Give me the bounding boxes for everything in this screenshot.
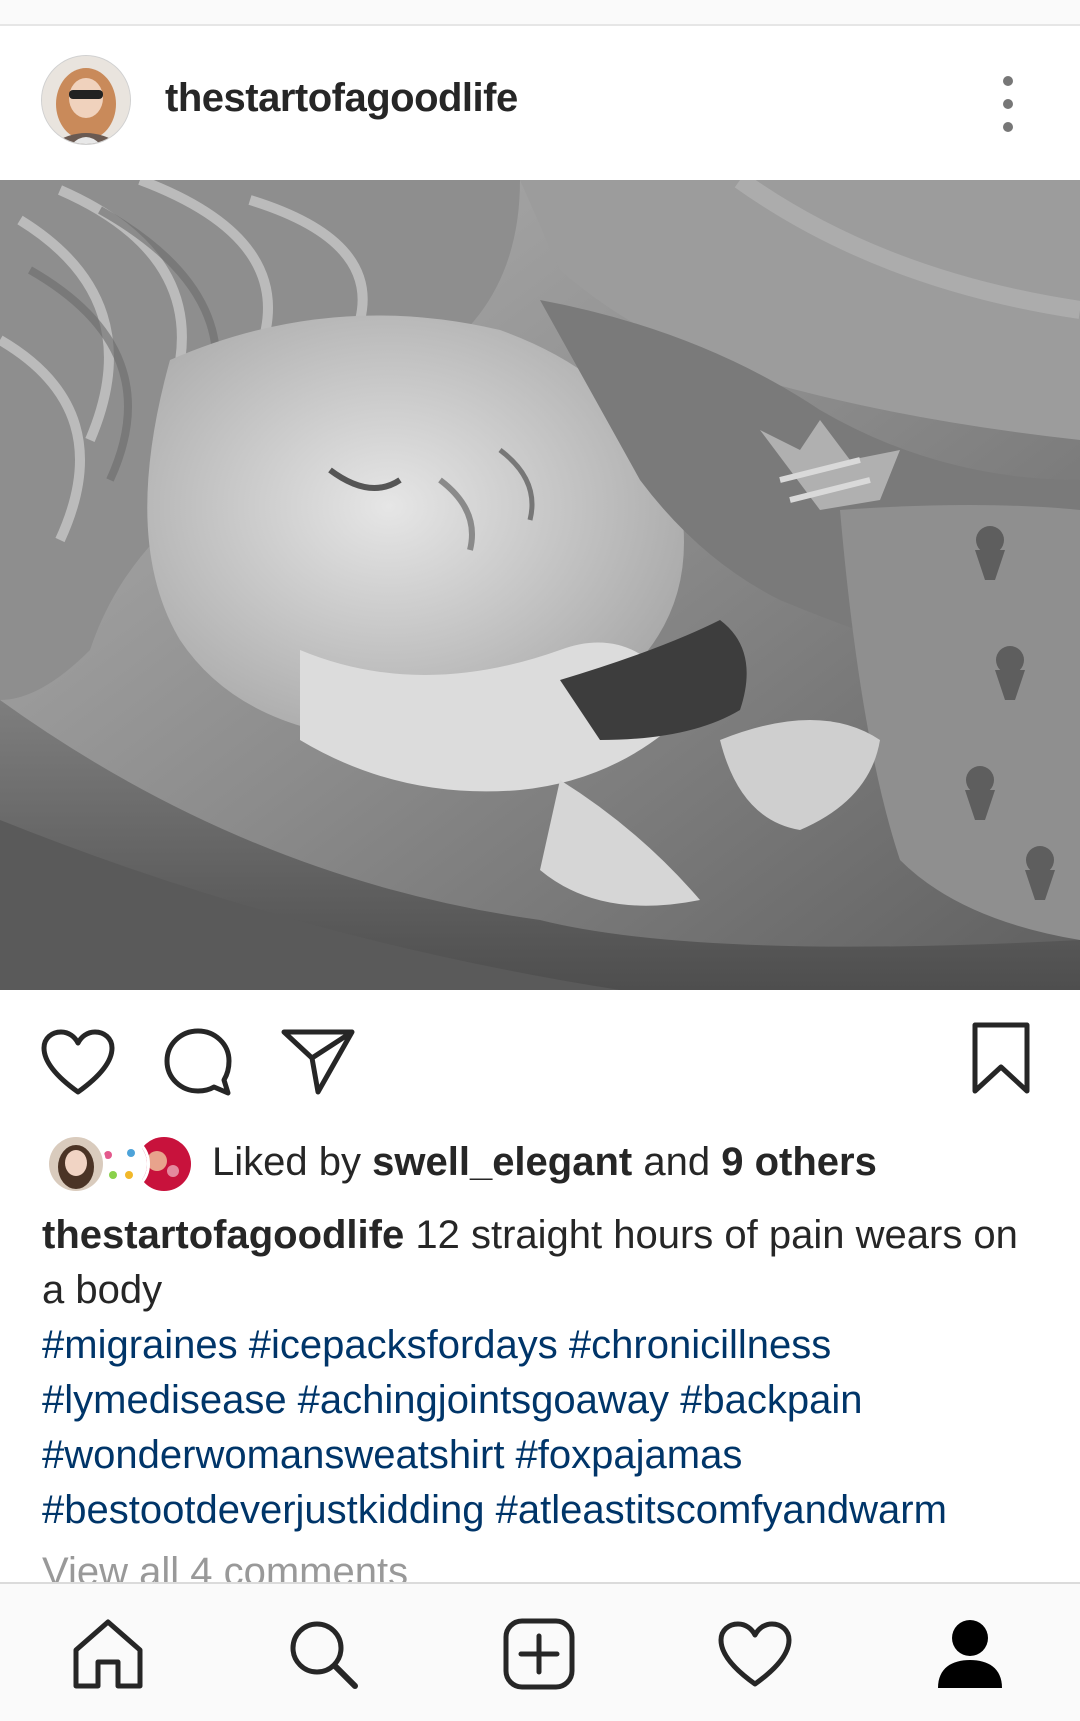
liked-by-user[interactable]: swell_elegant (372, 1140, 632, 1184)
home-icon[interactable] (70, 1616, 146, 1692)
heart-icon[interactable] (40, 1028, 116, 1098)
activity-icon[interactable] (717, 1616, 793, 1692)
bottom-nav (0, 1582, 1080, 1721)
post-actions (0, 1010, 1080, 1110)
comment-icon[interactable] (162, 1026, 234, 1098)
avatar[interactable] (42, 56, 130, 144)
likes-others[interactable]: 9 others (721, 1140, 877, 1184)
post-photo[interactable] (0, 180, 1080, 990)
share-icon[interactable] (280, 1026, 356, 1096)
caption-hashtags[interactable]: #migraines #icepacksfordays #chronicilln… (42, 1323, 947, 1532)
likes-row: Liked by swell_elegant and 9 others (40, 1130, 1040, 1200)
more-options-icon[interactable] (990, 76, 1026, 132)
status-bar-strip (0, 0, 1080, 26)
post-header: thestartofagoodlife (0, 26, 1080, 180)
search-icon[interactable] (285, 1616, 361, 1692)
new-post-icon[interactable] (501, 1616, 577, 1692)
post-caption: thestartofagoodlife 12 straight hours of… (42, 1208, 1042, 1538)
profile-icon[interactable] (932, 1616, 1008, 1692)
post-username[interactable]: thestartofagoodlife (165, 76, 518, 121)
caption-author[interactable]: thestartofagoodlife (42, 1213, 404, 1257)
liker-avatar (46, 1134, 106, 1194)
likes-summary[interactable]: Liked by swell_elegant and 9 others (212, 1140, 877, 1185)
bookmark-icon[interactable] (970, 1020, 1032, 1096)
